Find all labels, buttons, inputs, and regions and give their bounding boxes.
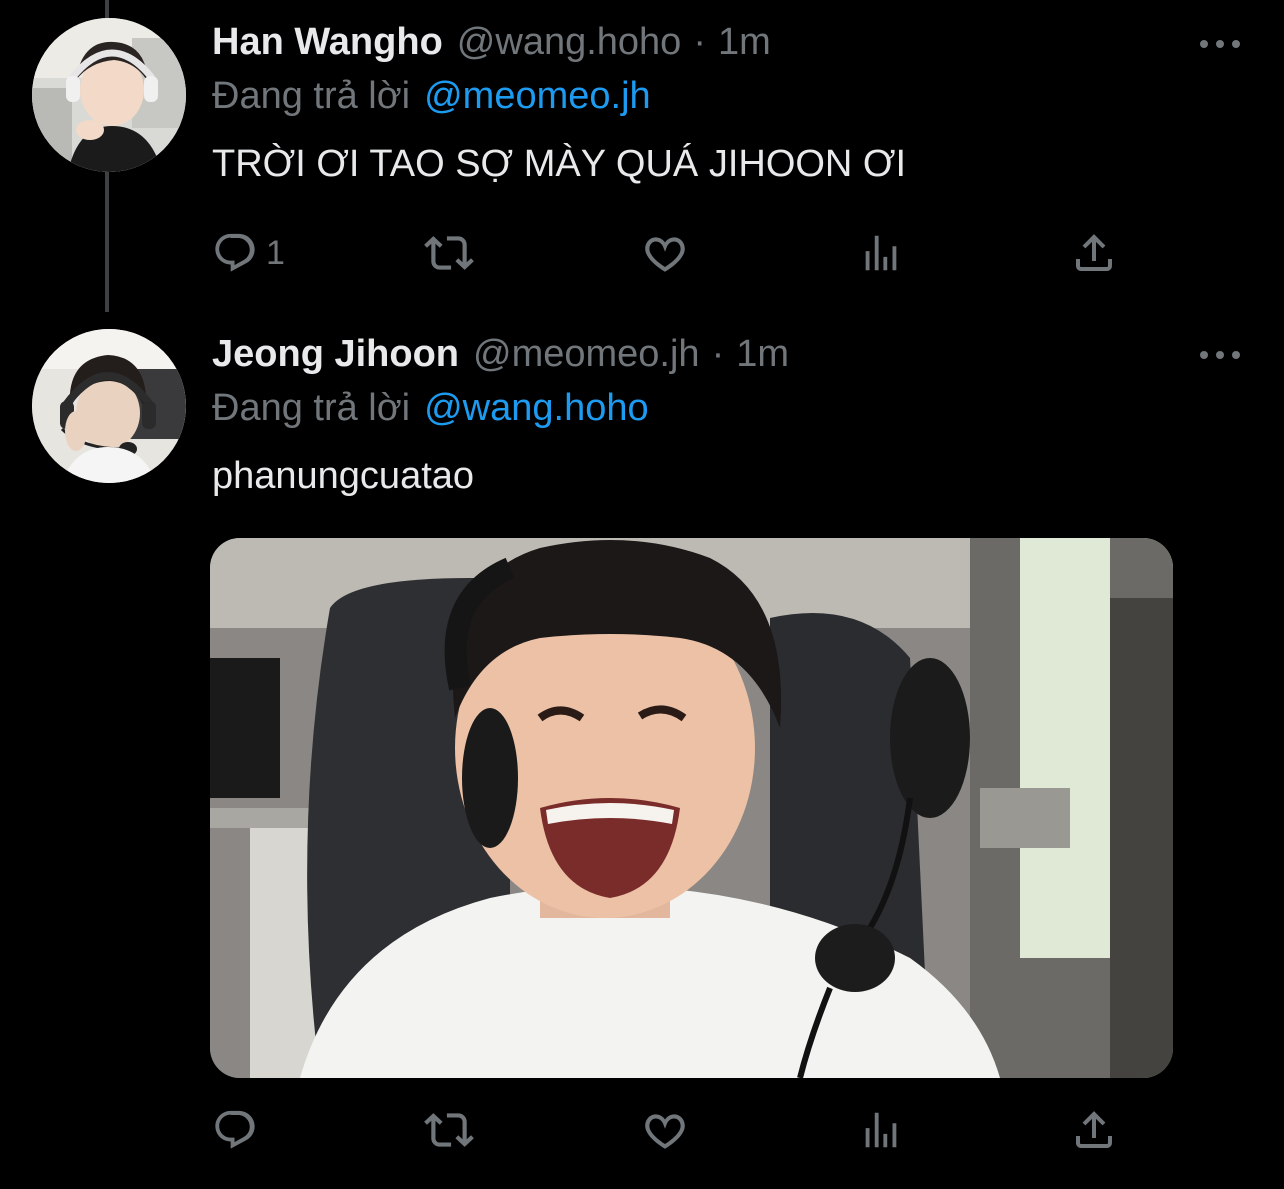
like-icon [640,1105,690,1155]
tweet-text: phanungcuatao [212,455,475,497]
more-icon[interactable] [1200,36,1240,52]
tweet-header: Han Wangho @wang.hoho · 1m [212,20,771,64]
share-icon [1070,229,1118,277]
separator: · [693,21,706,63]
timestamp[interactable]: 1m [718,20,771,64]
tweet[interactable]: Han Wangho @wang.hoho · 1m Đang trả lời @… [0,0,1284,300]
replying-to: Đang trả lời @meomeo.jh [212,74,651,118]
display-name[interactable]: Jeong Jihoon [212,332,459,376]
display-name[interactable]: Han Wangho [212,20,443,64]
stats-icon [858,230,904,276]
replying-to-label: Đang trả lời [212,387,411,429]
user-handle[interactable]: @wang.hoho [457,20,682,64]
share-icon [1070,1106,1118,1154]
separator: · [711,333,725,375]
replying-to: Đang trả lời @wang.hoho [212,386,649,430]
reply-mention-link[interactable]: @wang.hoho [424,387,649,429]
reply-icon [212,1107,258,1153]
stats-button[interactable] [858,1105,904,1155]
avatar[interactable] [32,18,186,172]
tweet-actions [212,1105,1132,1155]
reply-count: 1 [266,233,285,272]
user-handle[interactable]: @meomeo.jh [473,332,700,376]
retweet-icon [424,228,474,278]
tweet-text: TRỜI ƠI TAO SỢ MÀY QUÁ JIHOON ƠI [212,143,907,185]
tweet-header: Jeong Jihoon @meomeo.jh · 1m [212,332,789,376]
share-button[interactable] [1070,228,1118,278]
like-button[interactable] [640,1105,690,1155]
stats-icon [858,1107,904,1153]
share-button[interactable] [1070,1105,1118,1155]
reply-button[interactable] [212,1105,266,1155]
reply-button[interactable]: 1 [212,228,285,278]
tweet-actions: 1 [212,228,1132,278]
reply-icon [212,230,258,276]
more-icon[interactable] [1200,347,1240,363]
reply-mention-link[interactable]: @meomeo.jh [424,75,651,117]
replying-to-label: Đang trả lời [212,75,411,117]
stats-button[interactable] [858,228,904,278]
retweet-button[interactable] [424,1105,474,1155]
like-icon [640,228,690,278]
tweet-media-image[interactable] [210,538,1173,1078]
like-button[interactable] [640,228,690,278]
retweet-button[interactable] [424,228,474,278]
avatar[interactable] [32,329,186,483]
tweet[interactable]: Jeong Jihoon @meomeo.jh · 1m Đang trả lờ… [0,312,1284,1189]
timestamp[interactable]: 1m [736,332,789,376]
retweet-icon [424,1105,474,1155]
